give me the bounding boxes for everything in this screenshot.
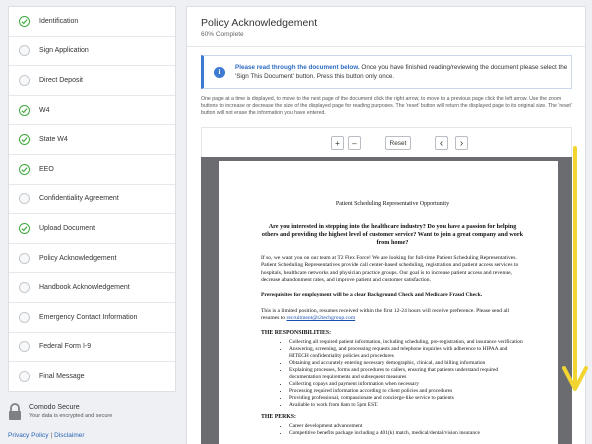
empty-circle-icon: [19, 193, 30, 205]
sidebar-step-label: Identification: [39, 17, 79, 25]
info-icon: i: [214, 66, 225, 78]
document-limited: This is a limited position, resumes rece…: [261, 308, 524, 323]
empty-circle-icon: [19, 341, 30, 353]
check-circle-icon: [19, 163, 30, 175]
perks-list: Career development advancementCompetitiv…: [261, 423, 524, 437]
document-headline: Are you interested in stepping into the …: [261, 223, 524, 247]
info-alert: i Please read through the document below…: [201, 55, 572, 89]
list-item: Collecting all required patient informat…: [289, 339, 524, 346]
empty-circle-icon: [19, 371, 30, 383]
sidebar-step-w4[interactable]: W4: [9, 96, 175, 126]
sidebar-step-handbook-acknowledgement[interactable]: Handbook Acknowledgement: [9, 273, 175, 303]
next-page-button[interactable]: ›: [455, 136, 468, 150]
info-message: Please read through the document below. …: [235, 63, 571, 81]
document-viewer[interactable]: Patient Scheduling Representative Opport…: [201, 157, 572, 444]
list-item: Available to work from 8am to 5pm EST.: [289, 402, 524, 409]
sidebar-step-final-message[interactable]: Final Message: [9, 362, 175, 392]
sidebar-step-federal-form-i-9[interactable]: Federal Form I-9: [9, 333, 175, 363]
sidebar-step-upload-document[interactable]: Upload Document: [9, 214, 175, 244]
privacy-policy-link[interactable]: Privacy Policy: [8, 432, 48, 439]
sidebar-step-label: Policy Acknowledgement: [39, 254, 117, 262]
recruitment-email-link[interactable]: recruitment@t2techgroup.com: [286, 315, 355, 321]
empty-circle-icon: [19, 311, 30, 323]
check-circle-icon: [19, 222, 30, 234]
sidebar-step-label: Confidentiality Agreement: [39, 195, 119, 203]
sidebar-step-confidentiality-agreement[interactable]: Confidentiality Agreement: [9, 185, 175, 215]
perks-heading: THE PERKS:: [261, 414, 296, 421]
check-circle-icon: [19, 104, 30, 116]
viewer-toolbar: + – Reset ‹ ›: [201, 127, 572, 157]
empty-circle-icon: [19, 252, 30, 264]
sidebar-step-emergency-contact-information[interactable]: Emergency Contact Information: [9, 303, 175, 333]
sidebar-step-label: Sign Application: [39, 47, 89, 55]
info-highlight: Please read through the document below.: [235, 63, 360, 71]
list-item: Competitive benefits package including a…: [289, 430, 524, 437]
sidebar-step-identification[interactable]: Identification: [9, 7, 175, 37]
page-title: Policy Acknowledgement: [201, 17, 318, 29]
empty-circle-icon: [19, 45, 30, 57]
main-panel: Policy Acknowledgement 60% Complete i Pl…: [186, 6, 586, 444]
progress-text: 60% Complete: [201, 31, 244, 38]
document-intro: If so, we want you on our team at T2 Fle…: [261, 255, 519, 283]
sidebar-step-eeo[interactable]: EEO: [9, 155, 175, 185]
sidebar-step-label: Upload Document: [39, 224, 96, 232]
sidebar-step-label: State W4: [39, 136, 68, 144]
sidebar-step-label: Final Message: [39, 373, 85, 381]
sidebar-step-label: W4: [39, 106, 50, 114]
sidebar-step-policy-acknowledgement[interactable]: Policy Acknowledgement: [9, 244, 175, 274]
sidebar-step-sign-application[interactable]: Sign Application: [9, 37, 175, 67]
sidebar-step-label: Direct Deposit: [39, 76, 83, 84]
reset-button[interactable]: Reset: [385, 136, 411, 150]
sidebar-step-label: Emergency Contact Information: [39, 313, 138, 321]
zoom-out-button[interactable]: –: [348, 136, 361, 150]
main-header: Policy Acknowledgement 60% Complete: [187, 7, 585, 47]
empty-circle-icon: [19, 74, 30, 86]
secure-subtitle: Your data is encrypted and secure: [29, 413, 113, 419]
sidebar-step-direct-deposit[interactable]: Direct Deposit: [9, 66, 175, 96]
document-prerequisites: Prerequisites for employment will be a c…: [261, 292, 483, 299]
document-page: Patient Scheduling Representative Opport…: [219, 161, 558, 444]
footer-links: Privacy Policy | Disclaimer: [8, 432, 85, 439]
document-title: Patient Scheduling Representative Opport…: [335, 201, 450, 207]
responsibilities-heading: THE RESPONSIBILITIES:: [261, 330, 332, 337]
check-circle-icon: [19, 15, 30, 27]
prev-page-button[interactable]: ‹: [435, 136, 448, 150]
viewer-instructions: One page at a time is displayed, to move…: [201, 96, 572, 117]
zoom-in-button[interactable]: +: [331, 136, 344, 150]
sidebar-step-label: EEO: [39, 165, 54, 173]
empty-circle-icon: [19, 282, 30, 294]
responsibilities-list: Collecting all required patient informat…: [261, 339, 524, 409]
list-item: Answering, screening, and processing req…: [289, 346, 524, 360]
footer-separator: |: [50, 432, 53, 439]
disclaimer-link[interactable]: Disclaimer: [54, 432, 84, 439]
sidebar-step-label: Federal Form I-9: [39, 343, 92, 351]
secure-badge: Comodo Secure Your data is encrypted and…: [8, 402, 176, 428]
sidebar-step-state-w4[interactable]: State W4: [9, 125, 175, 155]
check-circle-icon: [19, 134, 30, 146]
secure-title: Comodo Secure: [29, 404, 80, 411]
sidebar-step-label: Handbook Acknowledgement: [39, 284, 130, 292]
lock-icon: [9, 403, 21, 420]
scroll-down-arrow-icon: [562, 146, 588, 391]
list-item: Explaining processes, forms and procedur…: [289, 367, 524, 381]
steps-sidebar: Identification Sign Application Direct Dep…: [8, 6, 176, 392]
